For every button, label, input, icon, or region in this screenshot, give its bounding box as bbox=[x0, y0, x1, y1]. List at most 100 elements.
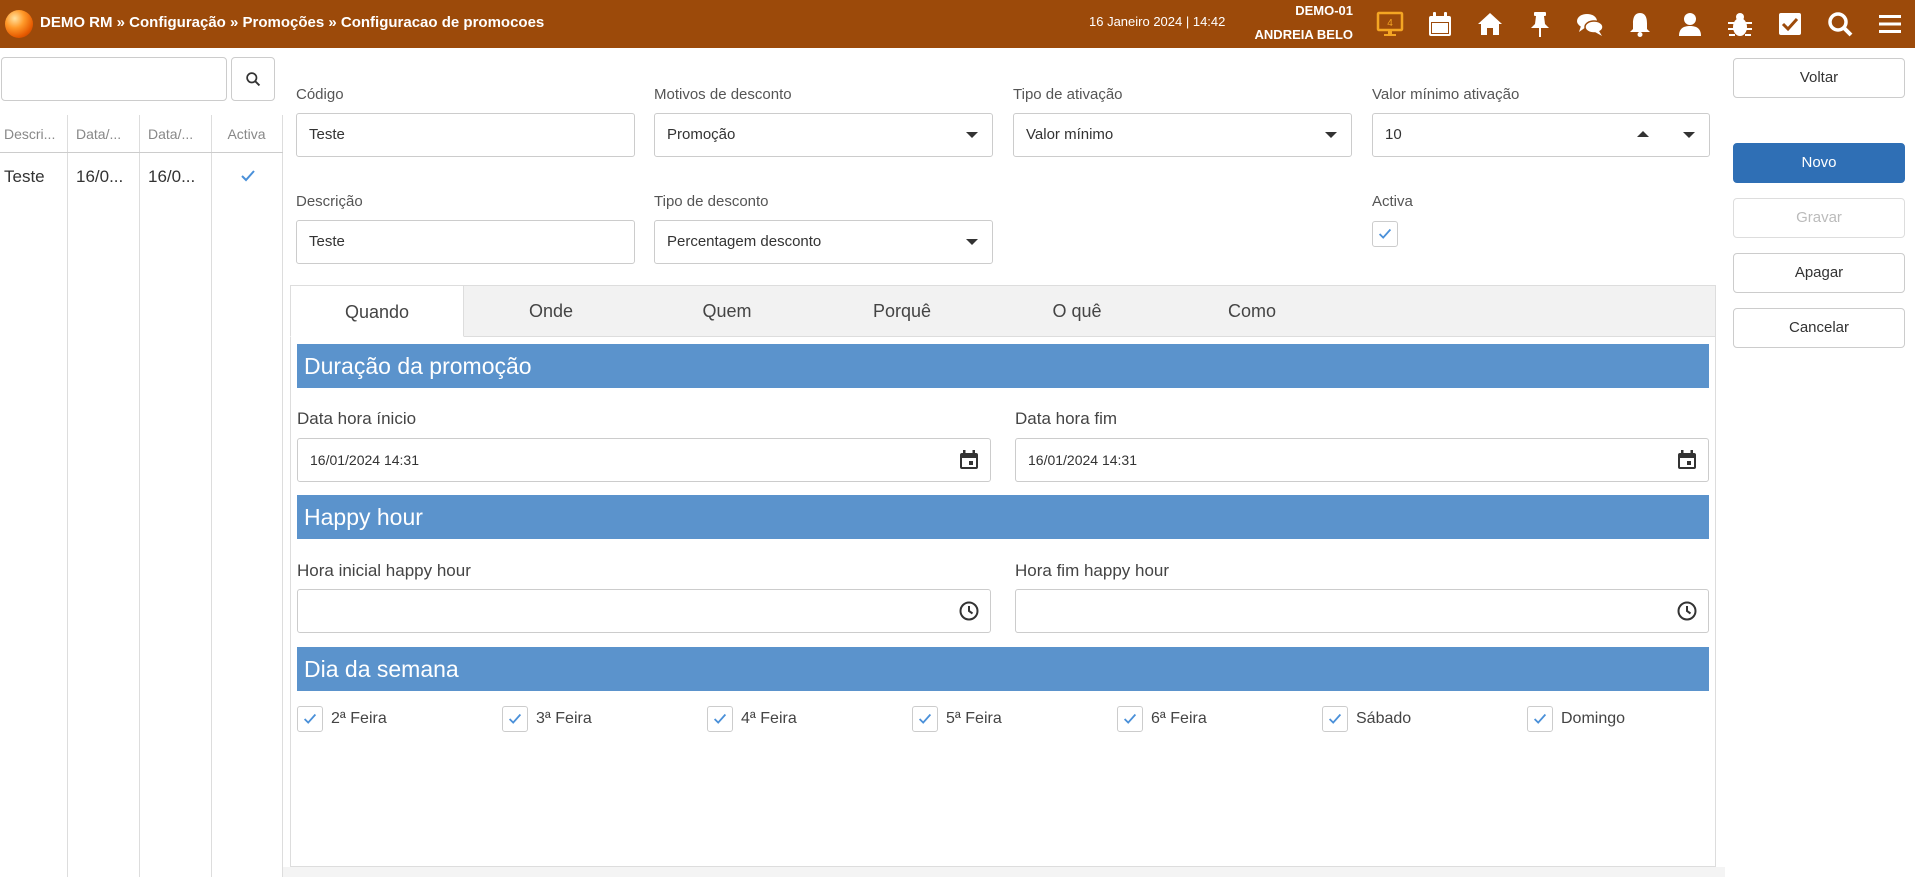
valor-minimo-field[interactable]: 10 bbox=[1372, 113, 1710, 157]
check-icon bbox=[1533, 713, 1547, 724]
data-fim-field[interactable]: 16/01/2024 14:31 bbox=[1015, 438, 1709, 482]
motivos-label: Motivos de desconto bbox=[654, 86, 792, 103]
tab-porque[interactable]: Porquê bbox=[815, 285, 989, 337]
activa-checkbox[interactable] bbox=[1372, 221, 1398, 247]
row-active-check-icon bbox=[241, 170, 255, 182]
monitor-badge: 4 bbox=[1387, 18, 1393, 29]
clock-icon[interactable] bbox=[958, 600, 980, 622]
calendar-icon[interactable] bbox=[958, 449, 980, 471]
table-cell-data-inicio[interactable]: 16/0... bbox=[76, 153, 136, 201]
check-icon bbox=[713, 713, 727, 724]
company-name: DEMO-01 bbox=[1295, 3, 1353, 18]
happy-fim-label: Hora fim happy hour bbox=[1015, 561, 1170, 580]
checkbox[interactable] bbox=[1117, 706, 1143, 732]
chevron-down-icon bbox=[1325, 132, 1337, 138]
tipo-ativacao-label: Tipo de ativação bbox=[1013, 86, 1123, 103]
tipo-ativacao-value: Valor mínimo bbox=[1026, 126, 1114, 143]
search-icon[interactable] bbox=[1824, 8, 1856, 40]
clock-icon[interactable] bbox=[1676, 600, 1698, 622]
list-search-input[interactable] bbox=[1, 57, 227, 101]
bell-icon[interactable] bbox=[1624, 8, 1656, 40]
table-cell-data-fim[interactable]: 16/0... bbox=[148, 153, 208, 201]
app-logo[interactable] bbox=[5, 10, 33, 38]
tipo-desconto-value: Percentagem desconto bbox=[667, 233, 822, 250]
header-datetime: 16 Janeiro 2024 | 14:42 bbox=[1089, 14, 1226, 29]
day-label: Sábado bbox=[1356, 710, 1412, 727]
cancelar-button[interactable]: Cancelar bbox=[1733, 308, 1905, 348]
day-label: 6ª Feira bbox=[1151, 710, 1207, 727]
activa-label: Activa bbox=[1372, 193, 1413, 210]
calendar-icon[interactable] bbox=[1676, 449, 1698, 471]
day-checkbox-quinta[interactable]: 5ª Feira bbox=[912, 705, 1002, 733]
check-icon bbox=[1378, 228, 1392, 239]
table-cell-descricao[interactable]: Teste bbox=[4, 153, 64, 201]
duracao-section-title: Duração da promoção bbox=[297, 344, 1709, 388]
monitor-icon[interactable]: 4 bbox=[1374, 8, 1406, 40]
table-header-row bbox=[0, 115, 283, 153]
day-label: 4ª Feira bbox=[741, 710, 797, 727]
descricao-field[interactable]: Teste bbox=[296, 220, 635, 264]
top-bar: DEMO RM » Configuração » Promoções » Con… bbox=[0, 0, 1915, 48]
bug-icon[interactable] bbox=[1724, 8, 1756, 40]
checkbox[interactable] bbox=[297, 706, 323, 732]
gravar-button[interactable]: Gravar bbox=[1733, 198, 1905, 238]
chat-icon[interactable] bbox=[1574, 8, 1606, 40]
user-icon[interactable] bbox=[1674, 8, 1706, 40]
search-icon bbox=[245, 71, 260, 86]
day-checkbox-terca[interactable]: 3ª Feira bbox=[502, 705, 592, 733]
dia-semana-section-title: Dia da semana bbox=[297, 647, 1709, 691]
tab-onde[interactable]: Onde bbox=[464, 285, 638, 337]
check-icon bbox=[1328, 713, 1342, 724]
day-label: 3ª Feira bbox=[536, 710, 592, 727]
happy-inicio-field[interactable] bbox=[297, 589, 991, 633]
user-name[interactable]: ANDREIA BELO bbox=[1249, 27, 1353, 42]
day-checkbox-sexta[interactable]: 6ª Feira bbox=[1117, 705, 1207, 733]
happy-fim-field[interactable] bbox=[1015, 589, 1709, 633]
tipo-desconto-label: Tipo de desconto bbox=[654, 193, 769, 210]
voltar-button[interactable]: Voltar bbox=[1733, 58, 1905, 98]
tab-quando[interactable]: Quando bbox=[290, 285, 464, 337]
menu-icon[interactable] bbox=[1874, 8, 1906, 40]
happy-inicio-label: Hora inicial happy hour bbox=[297, 561, 471, 580]
tab-o-que[interactable]: O quê bbox=[990, 285, 1164, 337]
checkbox[interactable] bbox=[912, 706, 938, 732]
apagar-button[interactable]: Apagar bbox=[1733, 253, 1905, 293]
increment-icon[interactable] bbox=[1637, 131, 1649, 137]
valor-minimo-value: 10 bbox=[1385, 126, 1402, 143]
promotions-table: Descri... Data/... Data/... Activa Teste… bbox=[0, 115, 283, 877]
data-fim-label: Data hora fim bbox=[1015, 409, 1118, 428]
tipo-desconto-select[interactable]: Percentagem desconto bbox=[654, 220, 993, 264]
checkbox[interactable] bbox=[1527, 706, 1553, 732]
day-checkbox-sabado[interactable]: Sábado bbox=[1322, 705, 1411, 733]
day-checkbox-quarta[interactable]: 4ª Feira bbox=[707, 705, 797, 733]
checkbox-icon[interactable] bbox=[1774, 8, 1806, 40]
day-checkbox-domingo[interactable]: Domingo bbox=[1527, 705, 1625, 733]
happy-hour-section-title: Happy hour bbox=[297, 495, 1709, 539]
day-label: 2ª Feira bbox=[331, 710, 387, 727]
checkbox[interactable] bbox=[1322, 706, 1348, 732]
motivos-value: Promoção bbox=[667, 126, 736, 143]
checkbox[interactable] bbox=[707, 706, 733, 732]
check-icon bbox=[1123, 713, 1137, 724]
check-icon bbox=[303, 713, 317, 724]
chevron-down-icon bbox=[966, 132, 978, 138]
chevron-down-icon[interactable] bbox=[1683, 132, 1695, 138]
motivos-select[interactable]: Promoção bbox=[654, 113, 993, 157]
codigo-field[interactable]: Teste bbox=[296, 113, 635, 157]
pin-icon[interactable] bbox=[1524, 8, 1556, 40]
checkbox[interactable] bbox=[502, 706, 528, 732]
day-checkbox-segunda[interactable]: 2ª Feira bbox=[297, 705, 387, 733]
tab-quem[interactable]: Quem bbox=[640, 285, 814, 337]
calendar-icon[interactable] bbox=[1424, 8, 1456, 40]
list-search-button[interactable] bbox=[231, 57, 275, 101]
descricao-label: Descrição bbox=[296, 193, 363, 210]
tab-como[interactable]: Como bbox=[1165, 285, 1339, 337]
data-inicio-field[interactable]: 16/01/2024 14:31 bbox=[297, 438, 991, 482]
valor-minimo-label: Valor mínimo ativação bbox=[1372, 86, 1520, 103]
tipo-ativacao-select[interactable]: Valor mínimo bbox=[1013, 113, 1352, 157]
codigo-label: Código bbox=[296, 86, 344, 103]
novo-button[interactable]: Novo bbox=[1733, 143, 1905, 183]
chevron-down-icon bbox=[966, 239, 978, 245]
home-icon[interactable] bbox=[1474, 8, 1506, 40]
breadcrumb[interactable]: DEMO RM » Configuração » Promoções » Con… bbox=[40, 14, 544, 31]
